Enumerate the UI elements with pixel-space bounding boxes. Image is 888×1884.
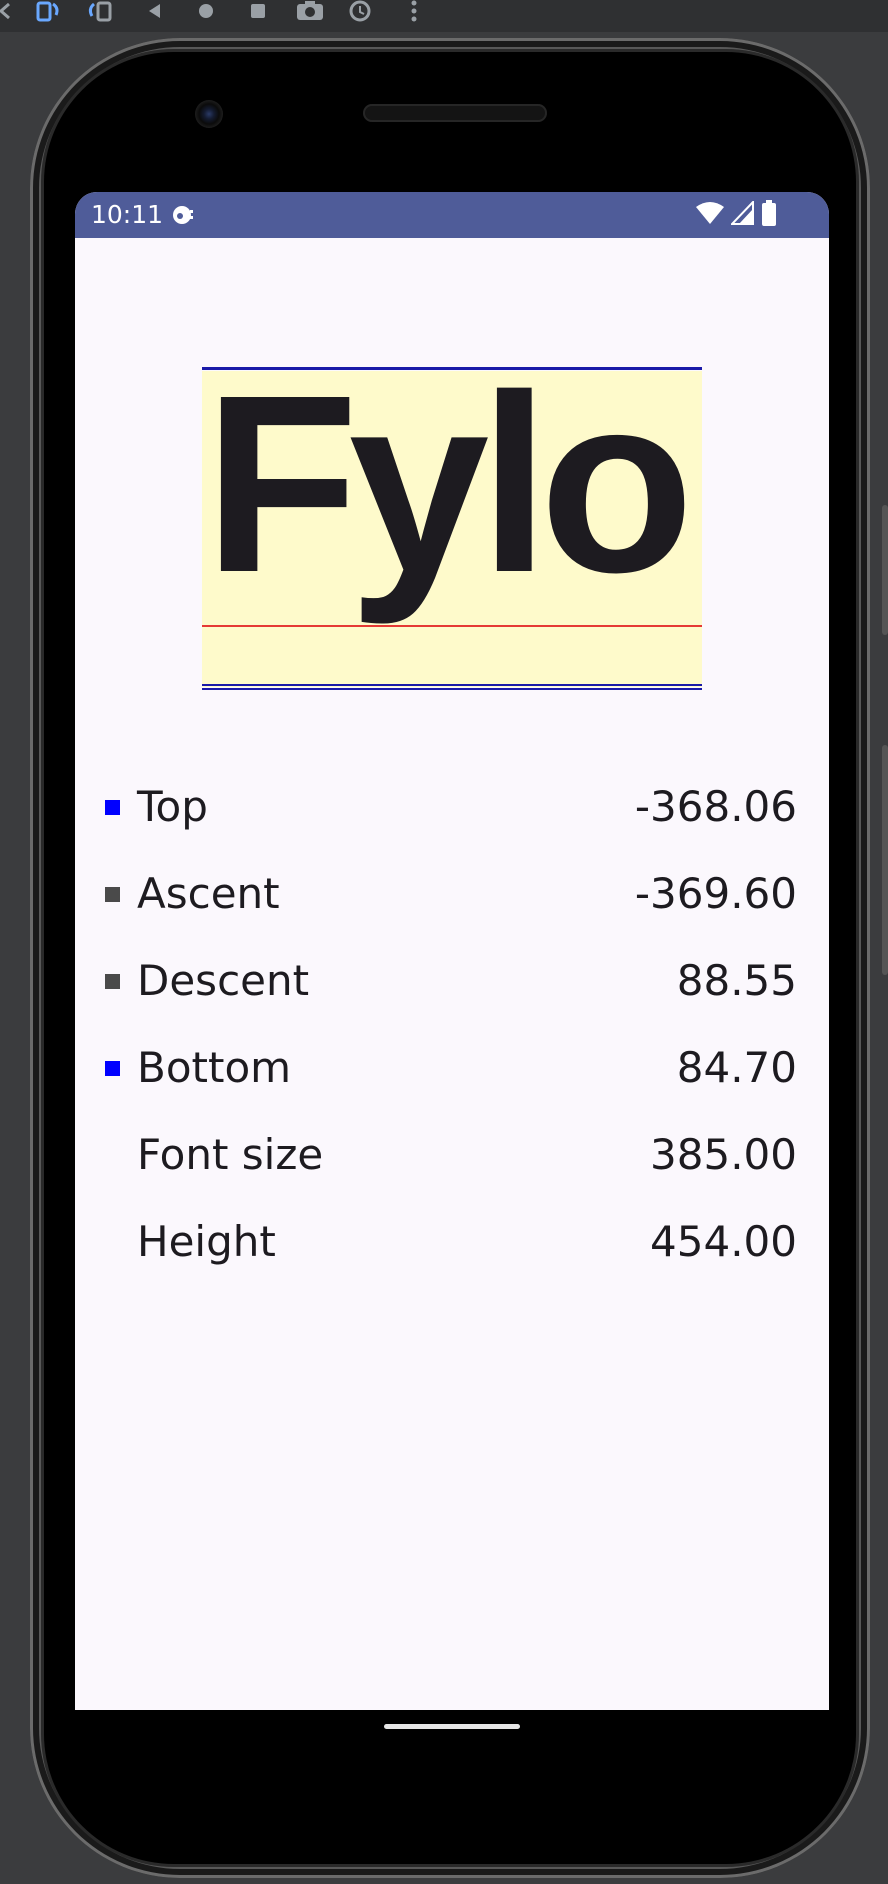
- metric-row-height: Height 454.00: [105, 1209, 797, 1296]
- specimen-text: Fylo: [204, 342, 694, 625]
- metric-value: -368.06: [634, 782, 797, 831]
- bottom-line: [202, 688, 702, 690]
- metric-value: 88.55: [676, 956, 797, 1005]
- descent-line: [202, 684, 702, 686]
- metric-label: Ascent: [137, 869, 280, 918]
- metric-label: Bottom: [137, 1043, 292, 1092]
- signal-icon: [729, 199, 755, 229]
- descent-swatch: [105, 974, 120, 989]
- power-button[interactable]: [882, 505, 888, 635]
- rotate-right-icon[interactable]: [36, 0, 62, 22]
- top-line: [202, 367, 702, 370]
- earpiece-speaker: [363, 104, 547, 122]
- replay-icon[interactable]: [344, 0, 376, 22]
- home-gesture-bar[interactable]: [384, 1724, 520, 1729]
- metric-row-font-size: Font size 385.00: [105, 1122, 797, 1209]
- front-camera: [195, 100, 223, 128]
- font-metrics-specimen: Fylo: [202, 357, 702, 691]
- metric-value: -369.60: [634, 869, 797, 918]
- overview-icon[interactable]: [246, 0, 270, 22]
- metric-value: 84.70: [676, 1043, 797, 1092]
- home-icon[interactable]: [194, 0, 218, 22]
- more-icon[interactable]: [404, 0, 424, 22]
- status-time: 10:11: [91, 200, 164, 229]
- metric-label: Font size: [137, 1130, 324, 1179]
- metric-row-ascent: Ascent -369.60: [105, 861, 797, 948]
- ascent-swatch: [105, 887, 120, 902]
- status-bar: 10:11: [75, 192, 829, 238]
- bottom-swatch: [105, 1061, 120, 1076]
- status-icons: [695, 199, 777, 230]
- metrics-list: Top -368.06 Ascent -369.60 Descent 88.55…: [105, 774, 797, 1296]
- metric-row-descent: Descent 88.55: [105, 948, 797, 1035]
- baseline-line: [202, 625, 702, 627]
- top-swatch: [105, 800, 120, 815]
- metric-label: Descent: [137, 956, 310, 1005]
- metric-value: 454.00: [650, 1217, 797, 1266]
- screenshot-icon[interactable]: [294, 0, 326, 22]
- metric-row-bottom: Bottom 84.70: [105, 1035, 797, 1122]
- rotate-left-icon[interactable]: [0, 0, 14, 22]
- metric-label: Height: [137, 1217, 276, 1266]
- back-icon[interactable]: [142, 0, 166, 22]
- rotate-device-icon[interactable]: [86, 0, 116, 22]
- emulator-toolbar: [0, 0, 888, 32]
- metric-value: 385.00: [650, 1130, 797, 1179]
- wifi-icon: [695, 201, 725, 229]
- metric-label: Top: [137, 782, 208, 831]
- battery-icon: [761, 200, 777, 230]
- metric-row-top: Top -368.06: [105, 774, 797, 861]
- app-screen: 10:11 Fylo Top -368.06 Ascent -369.60 De…: [75, 192, 829, 1710]
- volume-button[interactable]: [882, 745, 888, 975]
- notification-icon: [171, 203, 195, 227]
